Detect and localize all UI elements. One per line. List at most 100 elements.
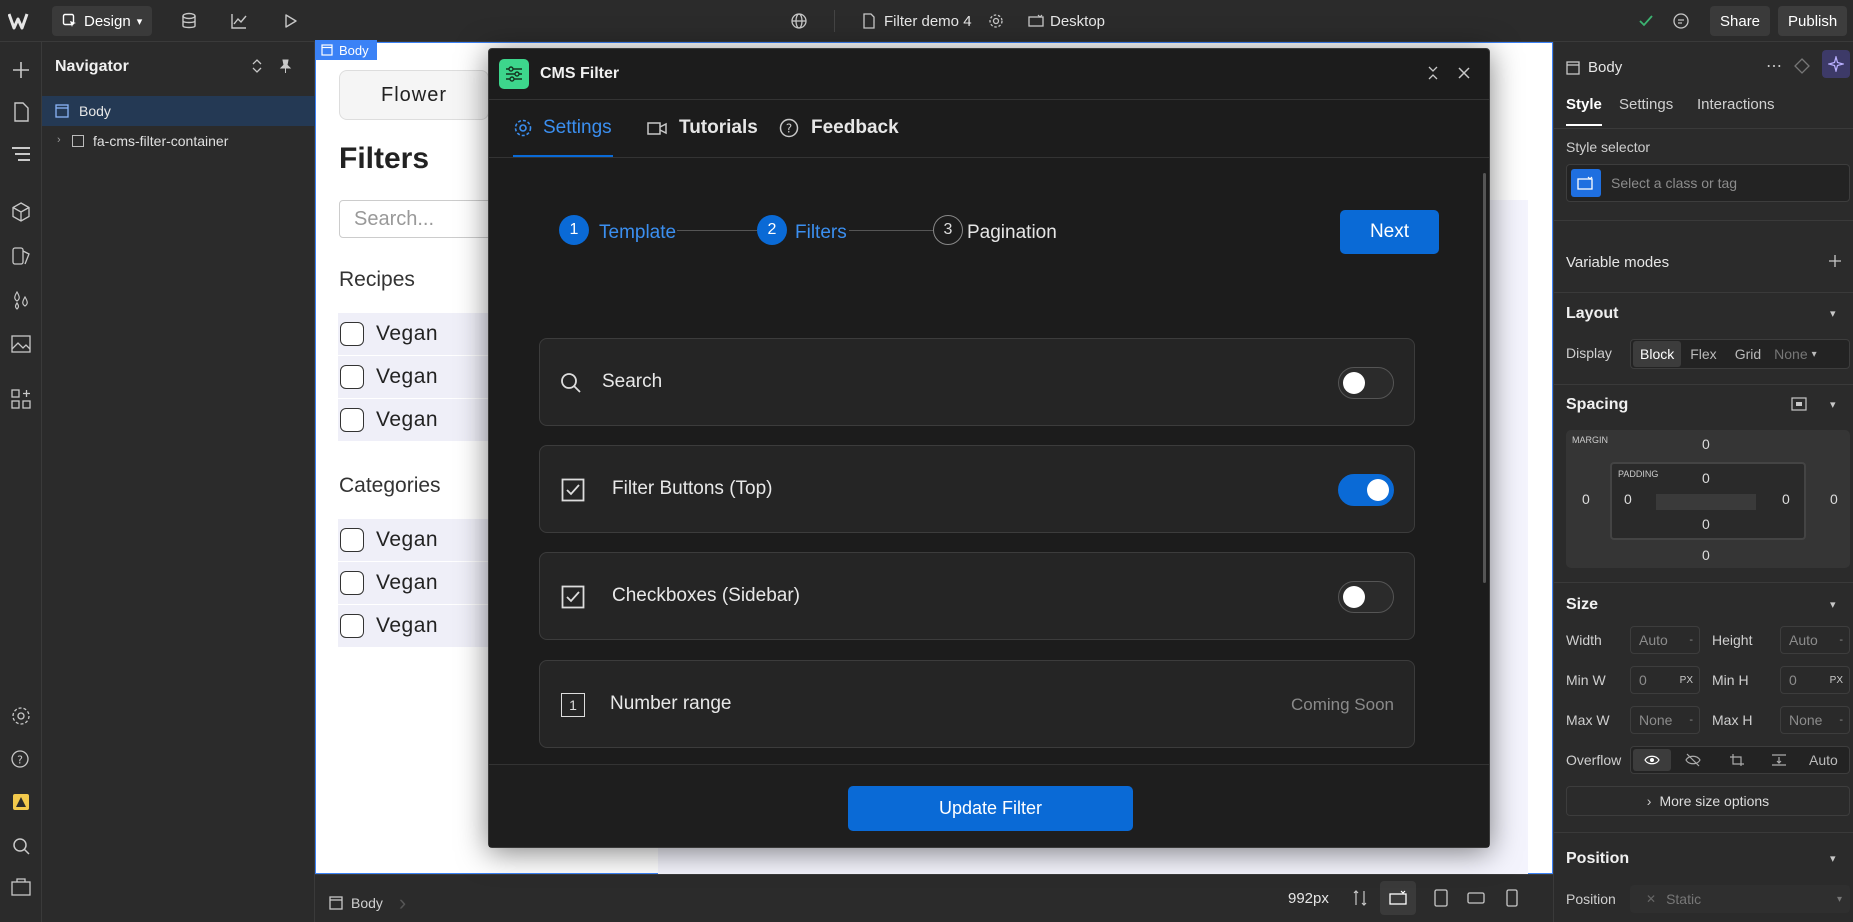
checkbox-row[interactable]: Vegan xyxy=(338,605,498,647)
mobile-landscape-icon[interactable] xyxy=(1467,890,1485,906)
nav-item-filter-container[interactable]: › fa-cms-filter-container xyxy=(42,126,315,156)
globe-icon[interactable] xyxy=(790,0,808,42)
expand-collapse-icon[interactable] xyxy=(250,58,264,74)
margin-right[interactable]: 0 xyxy=(1830,491,1838,507)
pages-icon[interactable] xyxy=(9,100,33,124)
breakpoint-selector[interactable]: Desktop xyxy=(1028,0,1105,42)
ai-assistant-button[interactable] xyxy=(1822,50,1850,78)
warning-icon[interactable] xyxy=(9,790,33,814)
display-flex[interactable]: Flex xyxy=(1681,341,1725,367)
breadcrumb[interactable]: Body › xyxy=(329,890,406,916)
overflow-clip-icon[interactable] xyxy=(1771,753,1787,767)
checkbox[interactable] xyxy=(340,614,364,638)
tab-feedback[interactable]: ? Feedback xyxy=(779,117,899,139)
chevron-down-icon[interactable]: ▾ xyxy=(1830,852,1836,865)
search-icon[interactable] xyxy=(9,834,33,858)
tab-flower[interactable]: Flower xyxy=(339,70,489,120)
overflow-scroll-icon[interactable] xyxy=(1729,753,1745,767)
checkbox-row[interactable]: Vegan xyxy=(338,519,498,561)
padding-top[interactable]: 0 xyxy=(1702,470,1710,486)
overflow-auto[interactable]: Auto xyxy=(1809,752,1838,768)
step-2-circle[interactable]: 2 xyxy=(757,215,787,245)
next-button[interactable]: Next xyxy=(1340,210,1439,254)
more-options-icon[interactable]: ⋯ xyxy=(1766,56,1782,76)
page-settings-gear-icon[interactable] xyxy=(988,0,1004,42)
filter-card-checkboxes[interactable]: Checkboxes (Sidebar) xyxy=(539,552,1415,640)
margin-box[interactable]: MARGIN 0 0 0 0 PADDING 0 0 0 0 xyxy=(1566,430,1850,568)
components-icon[interactable] xyxy=(9,200,33,224)
min-width-input[interactable]: 0 PX xyxy=(1630,666,1700,694)
checkbox-row[interactable]: Vegan xyxy=(338,356,498,398)
analytics-icon[interactable] xyxy=(230,0,248,42)
padding-left[interactable]: 0 xyxy=(1624,491,1632,507)
checkbox-row[interactable]: Vegan xyxy=(338,399,498,441)
display-none[interactable]: None xyxy=(1770,341,1811,367)
nav-item-body[interactable]: Body xyxy=(42,96,315,126)
step-3-circle[interactable]: 3 xyxy=(933,215,963,245)
cms-icon[interactable] xyxy=(180,0,198,42)
margin-bottom[interactable]: 0 xyxy=(1702,547,1710,563)
mobile-portrait-icon[interactable] xyxy=(1505,889,1519,907)
checkbox[interactable] xyxy=(340,528,364,552)
assets-image-icon[interactable] xyxy=(9,332,33,356)
apps-icon[interactable] xyxy=(9,387,33,411)
search-toggle[interactable] xyxy=(1338,367,1394,399)
chevron-down-icon[interactable]: ▾ xyxy=(1830,398,1836,411)
checkbox[interactable] xyxy=(340,571,364,595)
tab-style[interactable]: Style xyxy=(1566,96,1602,113)
checkbox[interactable] xyxy=(340,322,364,346)
chevron-down-icon[interactable]: ▾ xyxy=(1830,307,1836,320)
tutorials-icon[interactable] xyxy=(9,876,33,900)
search-field[interactable]: Search... xyxy=(339,200,509,238)
step-3-label[interactable]: Pagination xyxy=(967,222,1057,244)
checkbox[interactable] xyxy=(340,408,364,432)
variables-icon[interactable] xyxy=(9,288,33,312)
padding-box[interactable]: PADDING 0 0 0 0 xyxy=(1610,462,1806,540)
settings-gear-icon[interactable] xyxy=(9,704,33,728)
filter-card-buttons[interactable]: Filter Buttons (Top) xyxy=(539,445,1415,533)
step-2-label[interactable]: Filters xyxy=(795,222,847,244)
overflow-visible-eye-icon[interactable] xyxy=(1633,749,1671,771)
step-1-label[interactable]: Template xyxy=(599,222,676,244)
styles-icon[interactable] xyxy=(9,244,33,268)
min-height-input[interactable]: 0 PX xyxy=(1780,666,1850,694)
size-title[interactable]: Size xyxy=(1566,596,1598,614)
component-icon[interactable] xyxy=(1794,58,1810,74)
scrollbar[interactable] xyxy=(1483,173,1486,583)
page-selector[interactable]: Filter demo 4 xyxy=(862,0,972,42)
padding-bottom[interactable]: 0 xyxy=(1702,516,1710,532)
checkbox-row[interactable]: Vegan xyxy=(338,562,498,604)
minimize-icon[interactable] xyxy=(1426,65,1440,81)
more-size-options-button[interactable]: › More size options xyxy=(1566,786,1850,816)
max-height-input[interactable]: None - xyxy=(1780,706,1850,734)
chevron-down-icon[interactable]: ▾ xyxy=(1830,598,1836,611)
chevron-right-icon[interactable]: › xyxy=(57,134,61,146)
comments-icon[interactable] xyxy=(1672,0,1690,42)
tab-tutorials[interactable]: Tutorials xyxy=(647,117,758,139)
tab-settings[interactable]: Settings xyxy=(513,117,612,139)
step-1-circle[interactable]: 1 xyxy=(559,215,589,245)
resize-icon[interactable] xyxy=(1352,889,1370,907)
close-icon[interactable] xyxy=(1456,65,1472,81)
pin-icon[interactable] xyxy=(278,58,292,74)
navigator-icon[interactable] xyxy=(9,142,33,166)
spacing-preset-icon[interactable] xyxy=(1790,396,1808,412)
padding-right[interactable]: 0 xyxy=(1782,491,1790,507)
spacing-title[interactable]: Spacing xyxy=(1566,396,1628,414)
add-plus-icon[interactable] xyxy=(9,58,33,82)
display-block[interactable]: Block xyxy=(1633,341,1682,367)
layout-title[interactable]: Layout xyxy=(1566,305,1618,323)
webflow-logo[interactable] xyxy=(8,0,34,42)
width-input[interactable]: Auto - xyxy=(1630,626,1700,654)
position-title[interactable]: Position xyxy=(1566,850,1629,868)
margin-left[interactable]: 0 xyxy=(1582,491,1590,507)
tab-settings[interactable]: Settings xyxy=(1619,96,1673,113)
filter-card-search[interactable]: Search xyxy=(539,338,1415,426)
margin-top[interactable]: 0 xyxy=(1702,436,1710,452)
publish-button[interactable]: Publish xyxy=(1778,6,1848,36)
add-plus-icon[interactable] xyxy=(1828,254,1842,268)
style-selector-input[interactable]: Select a class or tag xyxy=(1566,164,1850,202)
filter-buttons-toggle[interactable] xyxy=(1338,474,1394,506)
checkbox[interactable] xyxy=(340,365,364,389)
tab-interactions[interactable]: Interactions xyxy=(1697,96,1775,113)
